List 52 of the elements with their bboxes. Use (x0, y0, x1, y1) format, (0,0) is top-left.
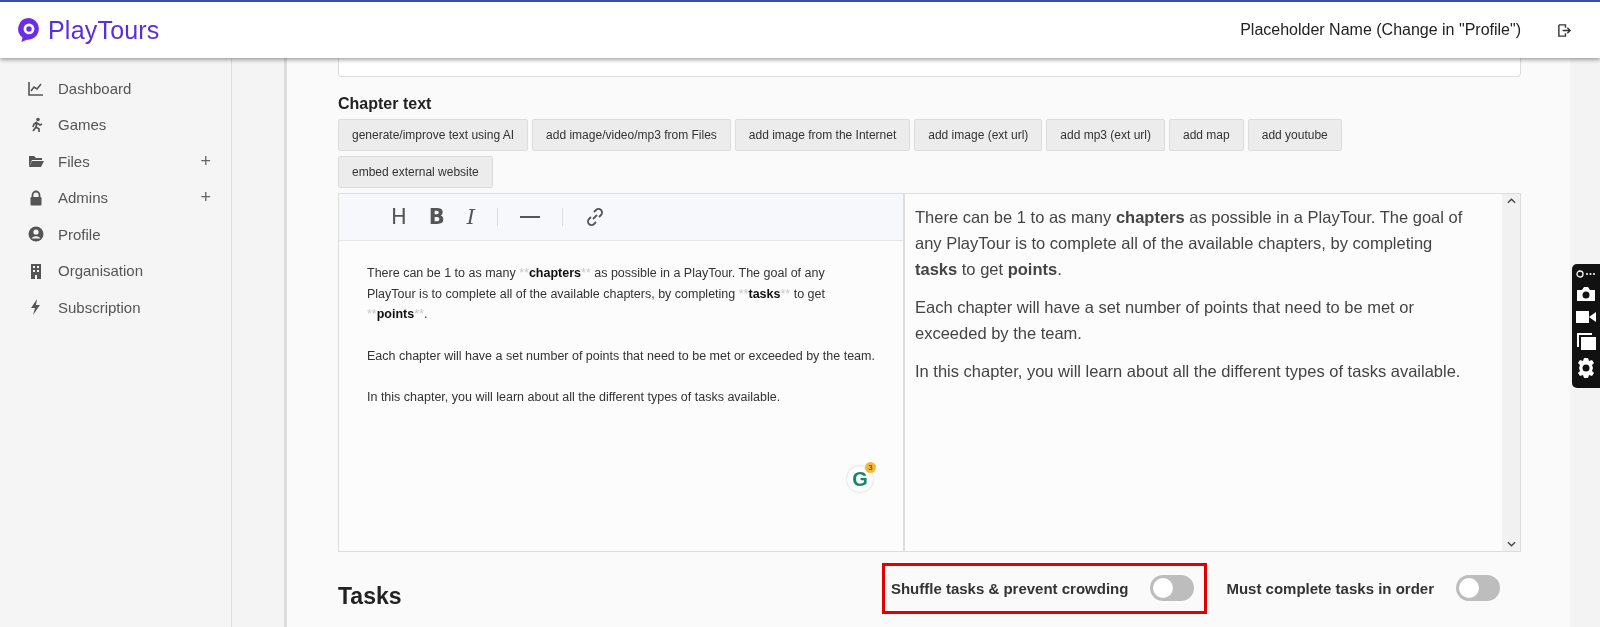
editor-action-button[interactable]: embed external website (338, 156, 493, 188)
user-icon (28, 226, 44, 243)
editor-action-button[interactable]: add image (ext url) (914, 119, 1043, 151)
editor-action-button[interactable]: generate/improve text using AI (338, 119, 529, 151)
editor-paragraph: In this chapter, you will learn about all the different types of tasks available. (367, 389, 782, 406)
sidebar-item[interactable]: Subscription (0, 289, 231, 326)
section-heading: Tasks (338, 582, 402, 610)
toggle-switch[interactable] (1150, 575, 1195, 601)
camera-icon[interactable] (1576, 286, 1596, 302)
folder-icon (28, 153, 44, 170)
expand-icon[interactable]: + (200, 187, 211, 209)
editor-paragraph: There can be 1 to as many **chapters** as possible in a PlayTour. The goal of any PlayTour is to complete all of the available chapters, by completing **tasks** to get **points**. (367, 265, 826, 323)
sidebar-item[interactable]: Files + (0, 143, 231, 180)
editor-action-button[interactable]: add image/video/mp3 from Files (532, 119, 731, 151)
sidebar-item[interactable]: Admins + (0, 179, 231, 216)
preview-paragraph: There can be 1 to as many chapters as possible in a PlayTour. The goal of any PlayTour is to complete all of the available chapters, by completing tasks to get points. (915, 207, 1464, 280)
building-icon (28, 262, 44, 279)
scroll-down-icon[interactable] (1506, 541, 1516, 547)
editor-action-button[interactable]: add map (1169, 119, 1244, 151)
sidebar-item[interactable]: Profile (0, 216, 231, 253)
markdown-editor[interactable] (338, 193, 904, 552)
editor-paragraph: Each chapter will have a set number of points that need to be met or exceeded by the team. (367, 347, 875, 365)
sidebar-item[interactable]: Organisation (0, 252, 231, 289)
logo-icon (16, 17, 42, 43)
scroll-up-icon[interactable] (1506, 198, 1516, 204)
toggle-switch[interactable] (1456, 575, 1500, 601)
lock-icon (28, 189, 44, 206)
heading-button[interactable]: H (391, 205, 407, 229)
text-field[interactable] (338, 58, 1521, 77)
windows-icon[interactable] (1576, 332, 1596, 350)
italic-button[interactable]: I (466, 205, 476, 229)
preview-paragraph: Each chapter will have a set number of points that need to be met or exceeded by the team. (915, 297, 1415, 344)
preview-paragraph: In this chapter, you will learn about all the different types of tasks available. (915, 361, 1462, 382)
chart-icon (28, 80, 44, 97)
bold-button[interactable]: B (428, 205, 445, 229)
editor-action-button[interactable]: add image from the Internet (734, 119, 911, 151)
user-name[interactable]: Placeholder Name (Change in "Profile") (1240, 21, 1521, 39)
settings-icon[interactable] (1576, 358, 1596, 378)
scrollbar[interactable] (1502, 194, 1520, 551)
sidebar-item[interactable]: Dashboard (0, 70, 231, 107)
sidebar-item[interactable]: Games (0, 106, 231, 143)
expand-icon[interactable]: + (200, 150, 211, 172)
count-badge: 3 (865, 462, 876, 473)
video-camera-icon[interactable] (1576, 310, 1596, 324)
toggle-label: Shuffle tasks & prevent crowding (890, 579, 1129, 597)
logout-icon[interactable] (1557, 22, 1572, 38)
toggle-label: Must complete tasks in order (1226, 579, 1434, 597)
section-heading: Chapter text (338, 95, 433, 113)
horizontal-rule-icon[interactable] (520, 215, 541, 219)
editor-action-button[interactable]: add mp3 (ext url) (1046, 119, 1165, 151)
logo-text[interactable]: PlayTours (48, 15, 160, 45)
editor-action-button[interactable]: add youtube (1247, 119, 1342, 151)
